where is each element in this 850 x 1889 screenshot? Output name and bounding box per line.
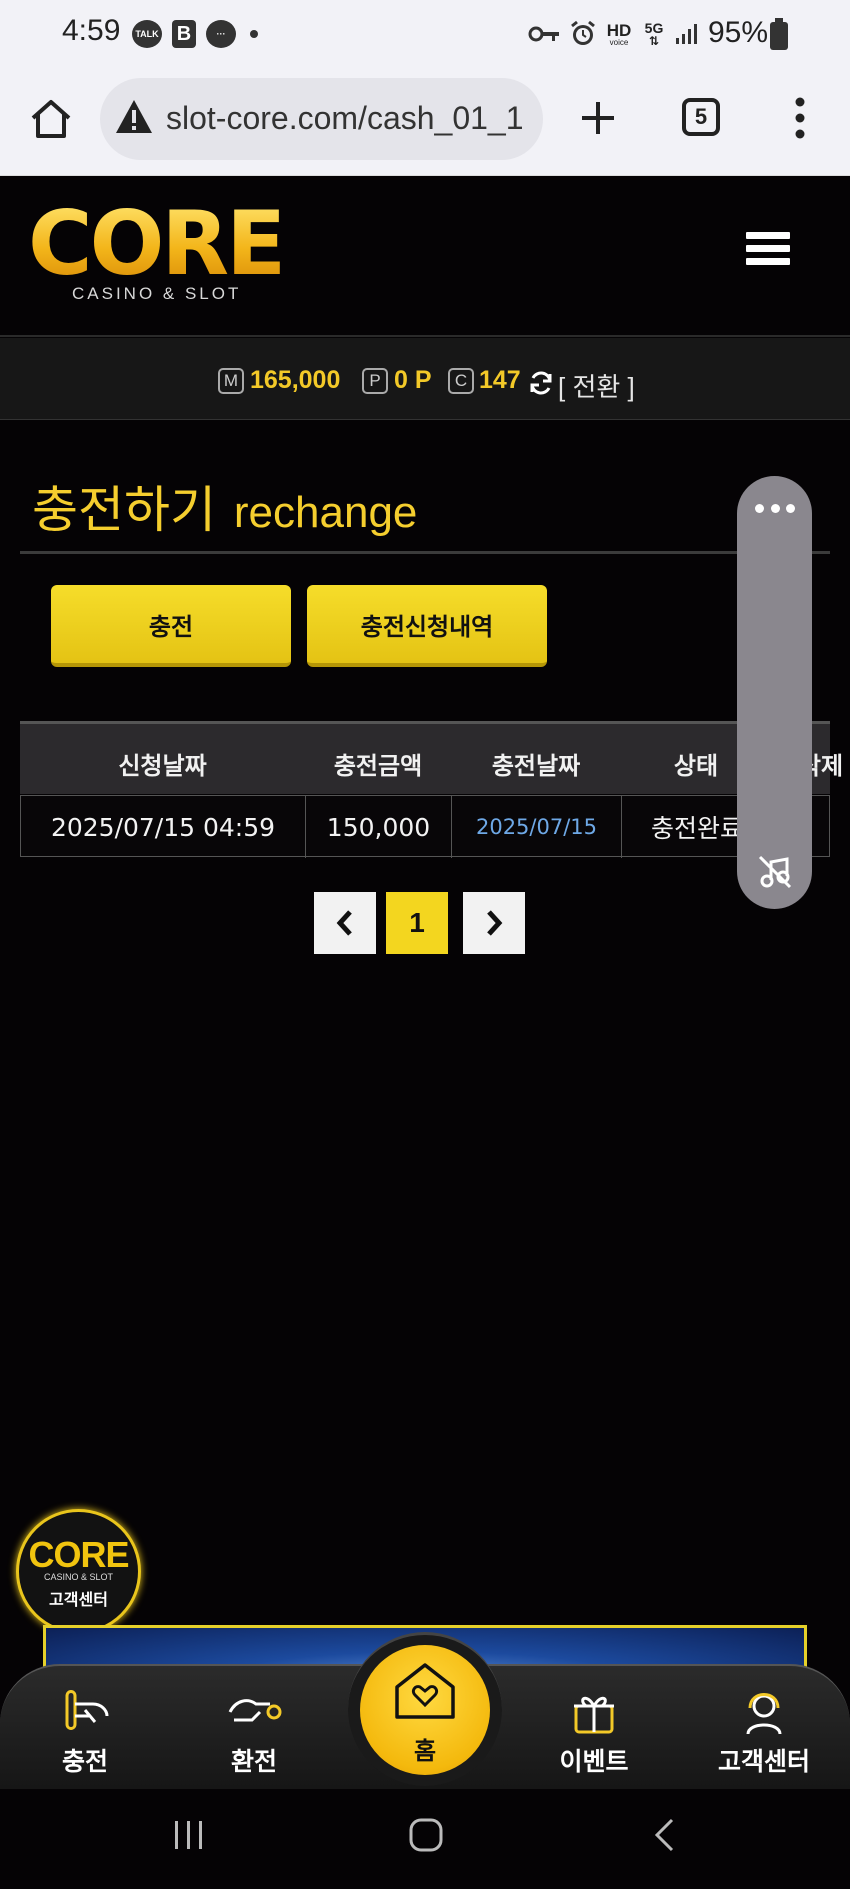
- back-icon[interactable]: [652, 1817, 676, 1853]
- nav-exchange-label: 환전: [230, 1747, 277, 1776]
- page-title-ko: 충전하기: [32, 482, 216, 538]
- nav-charge-label: 충전: [61, 1747, 108, 1776]
- cell-request-date: 2025/07/15 04:59: [21, 796, 306, 858]
- system-navigation-bar: [0, 1789, 850, 1889]
- pagination-next-button[interactable]: [463, 892, 525, 954]
- refresh-icon[interactable]: [528, 370, 554, 396]
- nav-charge[interactable]: 충전: [25, 1686, 145, 1786]
- battery-percent: 95%: [708, 16, 769, 49]
- home-icon[interactable]: [28, 96, 74, 142]
- exchange-icon: [228, 1699, 282, 1722]
- charge-history-tab-button[interactable]: 충전신청내역: [307, 585, 547, 667]
- hamburger-menu-icon[interactable]: [746, 232, 790, 272]
- point-balance: 0 P: [394, 366, 432, 394]
- nav-event[interactable]: 이벤트: [534, 1686, 654, 1786]
- site-header: CORE CASINO & SLOT: [0, 176, 850, 337]
- browser-toolbar: slot-core.com/cash_01_1 5: [0, 70, 850, 176]
- site-logo[interactable]: CORE: [28, 200, 286, 288]
- b-app-label: B: [176, 22, 192, 45]
- coin-icon: C: [448, 368, 474, 394]
- b-app-icon: B: [172, 20, 196, 48]
- nav-event-label: 이벤트: [559, 1747, 629, 1776]
- alarm-icon: [568, 20, 598, 48]
- support-floating-button[interactable]: CORE CASINO & SLOT 고객센터: [16, 1509, 141, 1634]
- nav-support[interactable]: 고객센터: [704, 1686, 824, 1786]
- music-off-icon[interactable]: [757, 854, 793, 890]
- url-text: slot-core.com/cash_01_1: [166, 100, 524, 136]
- money-balance: 165,000: [250, 366, 341, 394]
- money-icon: M: [218, 368, 244, 394]
- cell-amount: 150,000: [306, 796, 452, 858]
- badge-logo: CORE: [28, 1534, 129, 1575]
- logo-subtitle: CASINO & SLOT: [72, 284, 242, 303]
- floating-side-panel[interactable]: [737, 476, 812, 909]
- dot-icon: [250, 20, 258, 48]
- tab-switcher-button[interactable]: 5: [682, 98, 720, 136]
- more-menu-icon[interactable]: [792, 96, 808, 140]
- nav-home-label: 홈: [413, 1737, 437, 1765]
- header-amount: 충전금액: [333, 752, 423, 780]
- headset-icon: [746, 1693, 782, 1735]
- pagination-page-1[interactable]: 1: [386, 892, 448, 954]
- chevron-right-icon: [487, 910, 503, 936]
- cell-charge-date: 2025/07/15: [452, 796, 622, 858]
- header-charge-date: 충전날짜: [491, 752, 581, 780]
- page-title-en: rechange: [233, 488, 418, 537]
- pagination-prev-button[interactable]: [314, 892, 376, 954]
- chevron-left-icon: [336, 910, 352, 936]
- badge-label: 고객센터: [49, 1592, 108, 1609]
- hd-label: HD: [606, 20, 632, 40]
- header-request-date: 신청날짜: [118, 752, 207, 780]
- charge-icon: [65, 1690, 109, 1730]
- warning-icon: [114, 98, 154, 136]
- balance-bar: M 165,000 P 0 P C 147 [ 전환 ]: [0, 338, 850, 420]
- point-icon: P: [362, 368, 388, 394]
- nav-exchange[interactable]: 환전: [194, 1686, 314, 1786]
- page-title: 충전하기 rechange: [32, 470, 417, 542]
- switch-button[interactable]: [ 전환 ]: [558, 367, 635, 404]
- table-row: 2025/07/15 04:59 150,000 2025/07/15 충전완료: [20, 795, 830, 858]
- recent-apps-icon[interactable]: [172, 1819, 206, 1851]
- hd-sub-label: voice: [609, 37, 629, 47]
- hd-voice-icon: HD voice: [604, 20, 634, 48]
- home-heart-icon: [395, 1663, 455, 1719]
- charge-tab-button[interactable]: 충전: [51, 585, 291, 667]
- nav-home-button[interactable]: 홈: [360, 1645, 490, 1775]
- status-bar: 4:59 TALK B ··· HD voice 5G ⇅ 95%: [0, 0, 850, 70]
- title-divider: [20, 551, 830, 554]
- panel-more-icon[interactable]: [755, 504, 795, 514]
- battery-icon: [770, 18, 788, 50]
- address-bar[interactable]: slot-core.com/cash_01_1: [100, 78, 543, 160]
- badge-subtitle: CASINO & SLOT: [43, 1572, 114, 1582]
- key-icon: [528, 20, 560, 48]
- signal-icon: [674, 20, 700, 48]
- home-system-icon[interactable]: [408, 1817, 444, 1853]
- talk-label: TALK: [135, 29, 159, 39]
- network-5g-icon: 5G ⇅: [644, 20, 664, 48]
- gift-icon: [574, 1696, 614, 1734]
- status-time: 4:59: [62, 14, 121, 47]
- kakaotalk-icon: TALK: [132, 20, 162, 48]
- network-label: 5G: [644, 20, 664, 36]
- table-header: 신청날짜 충전금액 충전날짜 상태 삭제: [20, 721, 843, 794]
- new-tab-icon[interactable]: [578, 98, 618, 138]
- nav-support-label: 고객센터: [717, 1747, 810, 1776]
- message-icon: ···: [206, 20, 236, 48]
- coin-balance: 147: [479, 366, 521, 394]
